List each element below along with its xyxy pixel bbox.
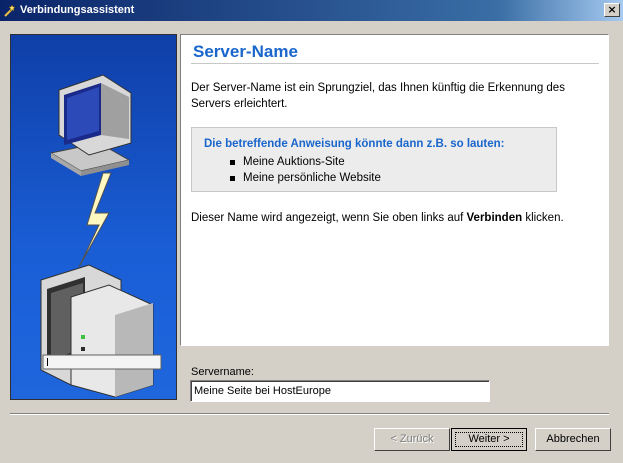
- servername-label: Servername:: [191, 366, 254, 378]
- wizard-content-panel: Server-Name Der Server-Name ist ein Spru…: [180, 34, 609, 346]
- close-icon: ×: [607, 3, 617, 16]
- list-item: Meine Auktions-Site: [230, 154, 381, 170]
- server-computer-icon: [40, 264, 154, 398]
- focus-rect: [455, 432, 523, 447]
- wizard-illustration: [10, 34, 177, 400]
- close-button[interactable]: ×: [604, 3, 620, 17]
- example-title: Die betreffende Anweisung könnte dann z.…: [204, 138, 505, 150]
- next-button[interactable]: Weiter >: [451, 428, 527, 451]
- back-button[interactable]: < Zurück: [374, 428, 450, 451]
- lightning-bolt: [78, 172, 112, 268]
- bullet-icon: [230, 160, 235, 165]
- verbinden-keyword: Verbinden: [466, 212, 523, 224]
- servername-input[interactable]: Meine Seite bei HostEurope: [190, 380, 490, 402]
- cancel-button[interactable]: Abbrechen: [535, 428, 611, 451]
- list-item: Meine persönliche Website: [230, 170, 381, 186]
- intro-text: Der Server-Name ist ein Sprungziel, das …: [191, 82, 565, 110]
- hint-text: Dieser Name wird angezeigt, wenn Sie obe…: [191, 212, 564, 224]
- title-bar[interactable]: Verbindungsassistent ×: [0, 0, 623, 21]
- example-box: Die betreffende Anweisung könnte dann z.…: [191, 127, 557, 192]
- bullet-icon: [230, 176, 235, 181]
- page-title: Server-Name: [193, 42, 298, 61]
- button-divider: [10, 413, 609, 415]
- network-connection-icon: [40, 74, 162, 398]
- heading-divider: [191, 63, 599, 64]
- window-title: Verbindungsassistent: [20, 4, 135, 16]
- client-computer-icon: [49, 74, 132, 176]
- example-list: Meine Auktions-Site Meine persönliche We…: [230, 154, 381, 186]
- wizard-wand-icon: [4, 4, 16, 17]
